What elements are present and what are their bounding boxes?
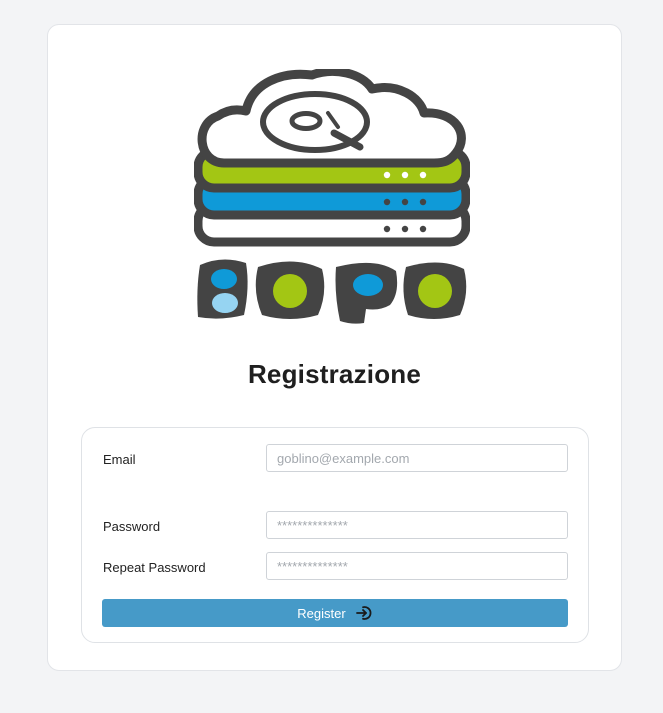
bopo-wordmark bbox=[197, 259, 467, 324]
password-field[interactable] bbox=[266, 511, 568, 539]
registration-form: Email Password Repeat Password Register bbox=[81, 427, 589, 643]
register-button-label: Register bbox=[297, 605, 346, 621]
password-label: Password bbox=[103, 519, 161, 534]
page-title: Registrazione bbox=[247, 359, 422, 389]
repeat-password-label: Repeat Password bbox=[103, 560, 206, 575]
sign-in-icon bbox=[355, 606, 372, 620]
repeat-password-field[interactable] bbox=[266, 552, 568, 580]
register-button[interactable]: Register bbox=[102, 599, 568, 627]
email-field[interactable] bbox=[266, 444, 568, 472]
bopo-logo bbox=[194, 69, 470, 324]
email-label: Email bbox=[103, 452, 136, 467]
registration-card: Registrazione Email Password Repeat Pass… bbox=[47, 24, 622, 671]
